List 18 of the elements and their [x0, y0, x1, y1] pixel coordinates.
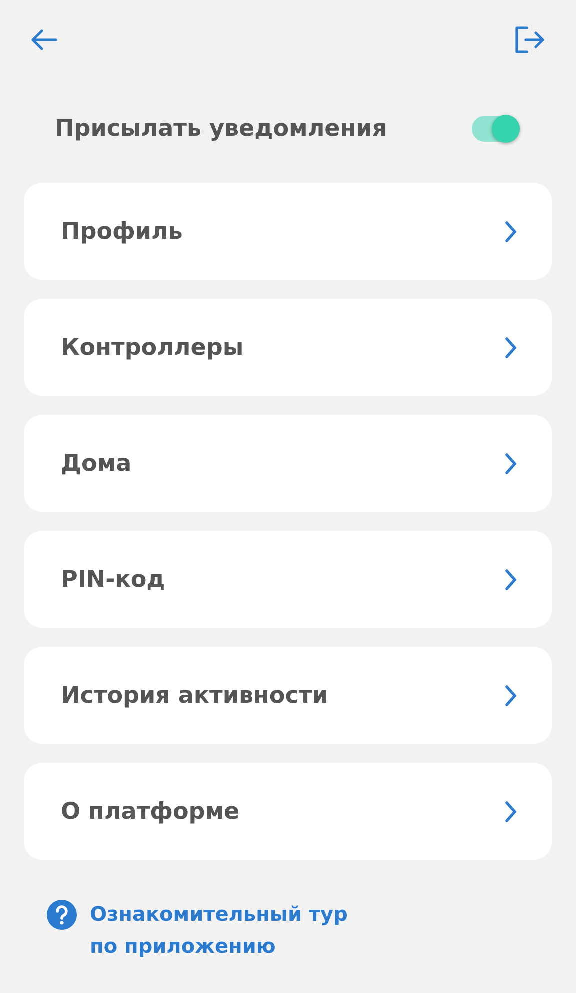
menu-item[interactable]: История активности: [24, 647, 552, 744]
chevron-right-icon: [504, 220, 518, 244]
menu-item[interactable]: Контроллеры: [24, 299, 552, 396]
menu-item[interactable]: Профиль: [24, 183, 552, 280]
notifications-toggle[interactable]: [472, 116, 518, 142]
notifications-label: Присылать уведомления: [55, 116, 388, 142]
menu-item[interactable]: О платформе: [24, 763, 552, 860]
menu-item[interactable]: Дома: [24, 415, 552, 512]
chevron-right-icon: [504, 336, 518, 360]
chevron-right-icon: [504, 452, 518, 476]
logout-icon[interactable]: [514, 26, 546, 54]
menu-item[interactable]: PIN-код: [24, 531, 552, 628]
back-arrow-icon[interactable]: [30, 28, 58, 52]
app-tour-link[interactable]: Ознакомительный тур по приложению: [90, 898, 348, 962]
chevron-right-icon: [504, 568, 518, 592]
help-icon: [47, 900, 77, 930]
chevron-right-icon: [504, 800, 518, 824]
chevron-right-icon: [504, 684, 518, 708]
